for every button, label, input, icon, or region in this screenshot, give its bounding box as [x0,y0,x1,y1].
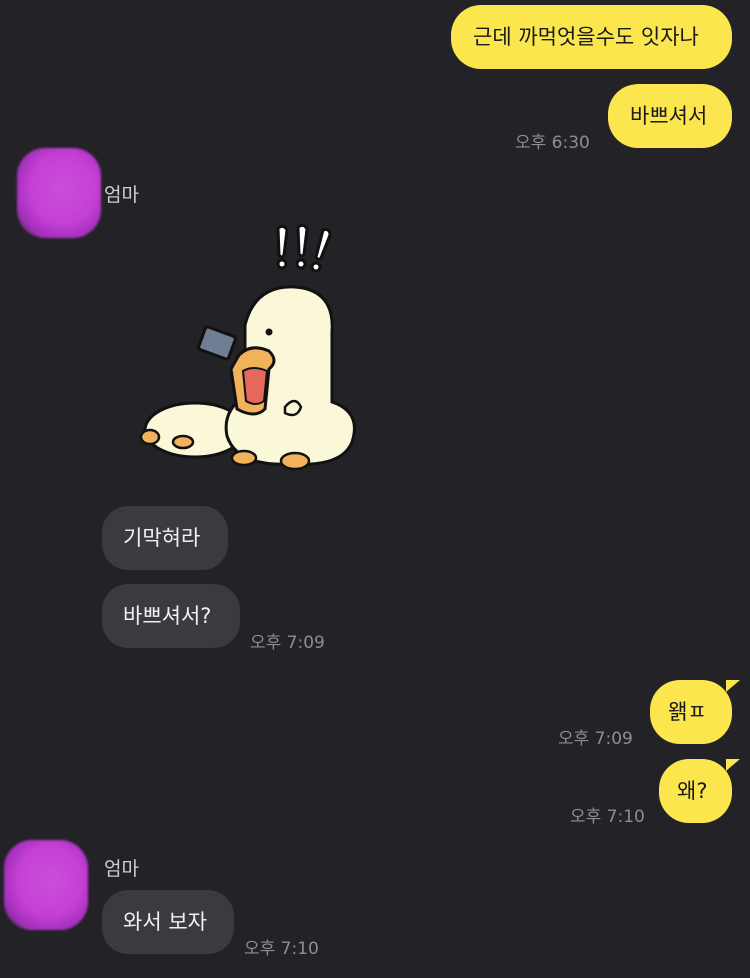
sticker[interactable] [135,215,365,480]
message-bubble-incoming[interactable]: 기막혀라 [102,506,228,570]
message-time: 오후 7:10 [244,939,319,959]
message-time: 오후 7:09 [250,633,325,653]
message-time: 오후 7:09 [558,729,633,749]
bubble-tail [726,759,740,771]
message-text: 와서 보자 [123,910,207,934]
message-text: 왥ㅍ [668,700,707,724]
message-bubble-outgoing[interactable]: 바쁘셔서 [608,84,732,148]
message-time: 오후 7:10 [570,807,645,827]
message-text: 바쁘셔서 [630,104,708,128]
message-text: 근데 까먹엇을수도 잇자나 [473,25,699,49]
message-bubble-incoming[interactable]: 와서 보자 [102,890,234,954]
avatar[interactable] [17,148,101,238]
avatar[interactable] [4,840,88,930]
message-text: 왜? [677,779,708,803]
message-bubble-outgoing[interactable]: 왜? [659,759,732,823]
message-bubble-incoming[interactable]: 바쁘셔서? [102,584,240,648]
bubble-tail [726,680,740,692]
message-time: 오후 6:30 [515,133,590,153]
message-text: 기막혀라 [123,526,201,550]
duck-sticker-icon [139,223,356,471]
message-text: 바쁘셔서? [123,604,212,628]
sender-name: 엄마 [104,858,139,880]
message-bubble-outgoing[interactable]: 근데 까먹엇을수도 잇자나 [451,5,732,69]
message-bubble-outgoing[interactable]: 왥ㅍ [650,680,732,744]
sender-name: 엄마 [104,184,139,206]
